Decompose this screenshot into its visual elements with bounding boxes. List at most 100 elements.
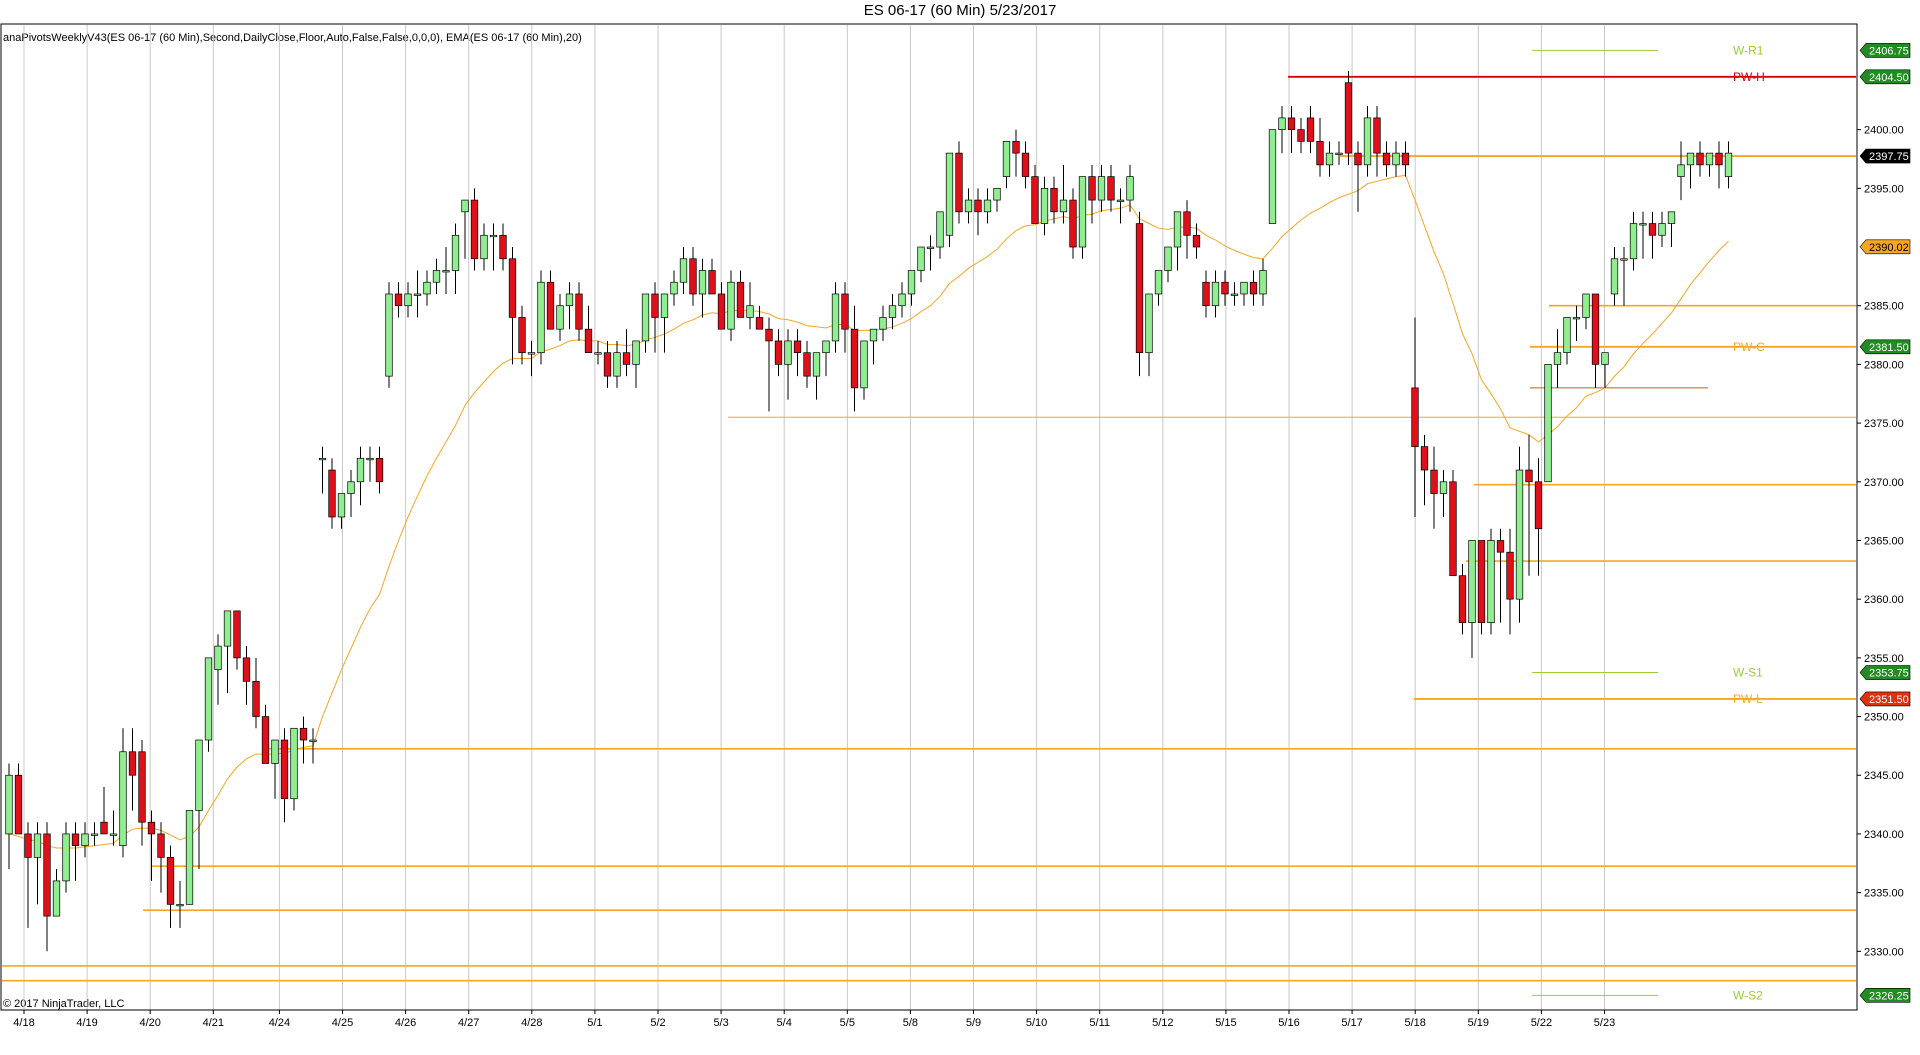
x-tick-label: 4/20 — [139, 1017, 160, 1029]
candle — [1430, 446, 1438, 529]
candle-body-up — [1040, 187, 1049, 224]
x-tick-label: 5/9 — [966, 1017, 981, 1029]
y-tick-label: 2400.00 — [1864, 125, 1904, 137]
candle-body-up — [1002, 141, 1011, 177]
candle-body-up — [1629, 223, 1638, 260]
y-tick-label: 2360.00 — [1864, 594, 1904, 606]
candle — [850, 305, 859, 412]
candle — [955, 141, 963, 224]
candle-body-down — [1411, 387, 1419, 447]
candle-body-down — [1506, 551, 1514, 600]
candle — [812, 352, 821, 400]
candle — [5, 763, 13, 870]
candle — [1382, 141, 1391, 177]
candle — [204, 657, 213, 752]
candle — [1525, 434, 1533, 576]
candle-body-down — [1316, 141, 1324, 166]
candle — [1268, 129, 1277, 224]
candle — [347, 470, 355, 517]
candle — [717, 282, 726, 330]
candle-body-down — [508, 258, 517, 318]
candle-body-up — [1154, 270, 1163, 295]
candle — [974, 188, 982, 236]
candle — [1145, 293, 1153, 377]
candle — [280, 728, 289, 823]
candle — [945, 152, 954, 248]
candle-body-up — [527, 352, 536, 355]
candle-body-down — [157, 833, 165, 858]
candle — [888, 293, 897, 330]
x-tick-label: 4/27 — [458, 1017, 479, 1029]
candle — [489, 223, 498, 271]
candle — [261, 704, 270, 764]
candle — [1107, 164, 1115, 212]
candles-layer — [5, 70, 1733, 952]
candle — [660, 293, 669, 353]
candle — [1572, 305, 1581, 341]
candle — [1468, 540, 1476, 658]
candle-body-up — [356, 457, 365, 483]
candle-body-up — [1145, 293, 1153, 354]
candle-body-down — [1050, 187, 1058, 213]
candle-body-up — [404, 293, 412, 307]
candle-body-up — [461, 199, 469, 213]
candle-body-down — [622, 352, 631, 365]
candle-body-up — [1658, 223, 1666, 236]
candle — [1648, 211, 1657, 259]
candle-body-down — [603, 352, 612, 377]
candle — [964, 188, 973, 224]
candle — [1354, 141, 1362, 212]
candle-body-down — [736, 281, 745, 318]
candle-body-down — [1221, 281, 1229, 295]
candle — [1344, 70, 1353, 165]
candle-body-up — [1544, 364, 1552, 483]
candle — [926, 235, 935, 271]
candle — [1686, 152, 1695, 189]
price-tag-w-r1: 2406.75 — [1859, 43, 1911, 58]
candle-body-down — [765, 328, 773, 342]
candle-body-up — [660, 293, 669, 318]
candle-body-down — [1715, 152, 1723, 166]
price-tag-text: 2326.25 — [1869, 990, 1909, 1002]
candle — [831, 282, 840, 353]
candle — [413, 270, 422, 318]
candle — [43, 822, 51, 952]
candle-body-up — [869, 328, 878, 342]
candle-body-down — [1382, 152, 1391, 166]
candle — [1544, 364, 1552, 483]
candle-body-down — [1496, 540, 1505, 553]
price-chart[interactable]: W-R1 PW-H PW-C W-S1 PW-L W-S2 4/18 4/19 4/20 4/2… — [0, 0, 1920, 1055]
candle — [774, 329, 783, 377]
candle — [708, 258, 716, 295]
candle-body-up — [1126, 176, 1134, 201]
candle — [594, 340, 602, 365]
candle — [233, 610, 241, 670]
candle — [1078, 176, 1087, 259]
candle — [1012, 129, 1020, 177]
candle-body-down — [1525, 469, 1533, 483]
candle-body-down — [841, 293, 849, 330]
candle-body-down — [147, 821, 156, 835]
candle — [1601, 352, 1609, 388]
candle-body-up — [204, 657, 213, 741]
candle-body-up — [632, 340, 640, 365]
candle-body-up — [290, 727, 298, 800]
candle — [157, 822, 165, 893]
candle-body-up — [1677, 164, 1685, 177]
candle — [33, 822, 42, 905]
candle-body-up — [556, 305, 564, 330]
candle — [1715, 141, 1723, 189]
candle — [1620, 247, 1628, 306]
y-tick-label: 2365.00 — [1864, 535, 1904, 547]
y-tick-label: 2385.00 — [1864, 301, 1904, 313]
candle-body-down — [299, 727, 308, 741]
candle-body-down — [233, 610, 241, 659]
x-tick-label: 4/18 — [13, 1017, 34, 1029]
candle-body-down — [1306, 117, 1315, 142]
candle-body-up — [318, 457, 327, 461]
candle-body-down — [24, 833, 32, 858]
candle-body-up — [1211, 281, 1220, 307]
level-label-w-s1: W-S1 — [1733, 666, 1763, 680]
candle — [128, 728, 137, 811]
candle-body-down — [1430, 469, 1438, 494]
